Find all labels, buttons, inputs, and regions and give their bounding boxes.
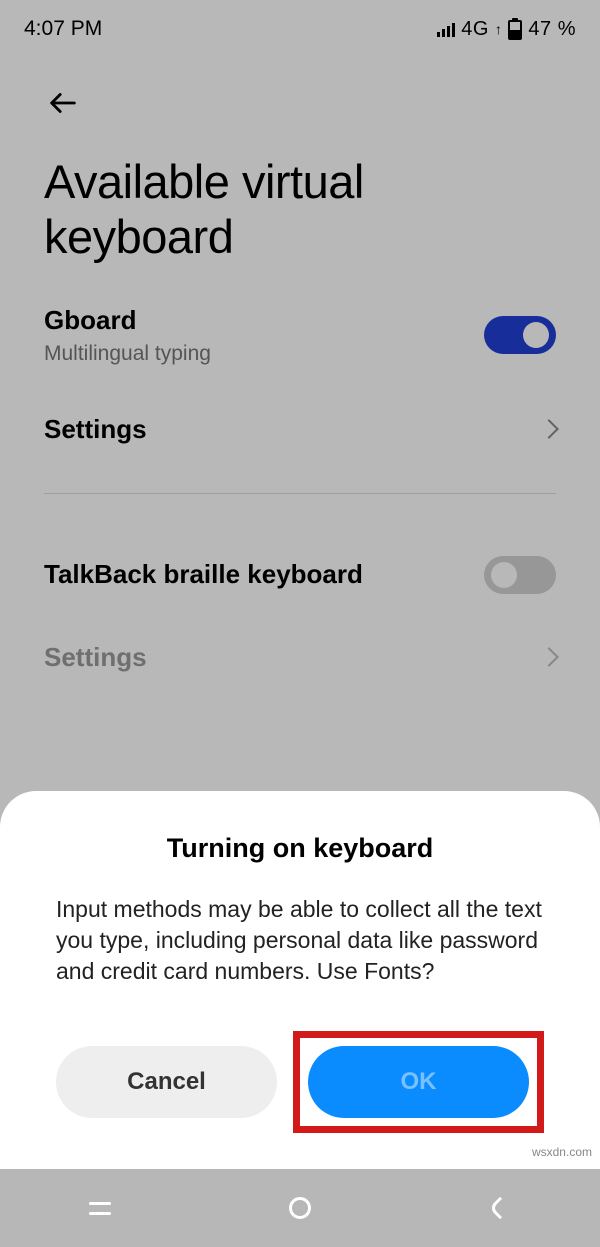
- status-time: 4:07 PM: [24, 17, 102, 41]
- status-bar: 4:07 PM 4G ↑ 47 %: [0, 0, 600, 48]
- nav-back-button[interactable]: [440, 1169, 560, 1247]
- battery-icon: [508, 18, 522, 40]
- recents-icon: [89, 1202, 111, 1215]
- keyboard-item-talkback[interactable]: TalkBack braille keyboard: [44, 556, 556, 594]
- toggle-talkback[interactable]: [484, 556, 556, 594]
- screen: 4:07 PM 4G ↑ 47 % Available virtual keyb…: [0, 0, 600, 1247]
- dialog-body: Input methods may be able to collect all…: [56, 894, 544, 987]
- signal-icon: [437, 21, 455, 37]
- cancel-button[interactable]: Cancel: [56, 1046, 277, 1118]
- nav-recents-button[interactable]: [40, 1169, 160, 1247]
- settings-row-talkback: Settings: [44, 642, 556, 673]
- watermark: wsxdn.com: [530, 1145, 594, 1159]
- page-title: Available virtual keyboard: [44, 154, 556, 265]
- dialog-turning-on-keyboard: Turning on keyboard Input methods may be…: [0, 791, 600, 1169]
- keyboard-name: TalkBack braille keyboard: [44, 559, 363, 590]
- system-nav-bar: [0, 1169, 600, 1247]
- chevron-right-icon: [539, 420, 559, 440]
- status-indicators: 4G ↑ 47 %: [437, 18, 576, 41]
- settings-row-gboard[interactable]: Settings: [44, 414, 556, 445]
- keyboard-item-gboard[interactable]: Gboard Multilingual typing: [44, 305, 556, 366]
- settings-label: Settings: [44, 642, 147, 673]
- keyboard-name: Gboard: [44, 305, 211, 336]
- settings-label: Settings: [44, 414, 147, 445]
- back-icon: [489, 1197, 512, 1220]
- battery-text: 47 %: [528, 18, 576, 41]
- keyboard-subtitle: Multilingual typing: [44, 342, 211, 366]
- divider: [44, 493, 556, 494]
- arrow-left-icon: [46, 86, 80, 120]
- nav-home-button[interactable]: [240, 1169, 360, 1247]
- toggle-gboard[interactable]: [484, 316, 556, 354]
- network-label: 4G: [461, 18, 489, 41]
- dialog-title: Turning on keyboard: [56, 833, 544, 864]
- chevron-right-icon: [539, 648, 559, 668]
- back-button[interactable]: [42, 82, 84, 124]
- ok-highlight-box: OK: [293, 1031, 544, 1133]
- dialog-buttons: Cancel OK: [56, 1031, 544, 1133]
- home-icon: [289, 1197, 311, 1219]
- ok-button[interactable]: OK: [308, 1046, 529, 1118]
